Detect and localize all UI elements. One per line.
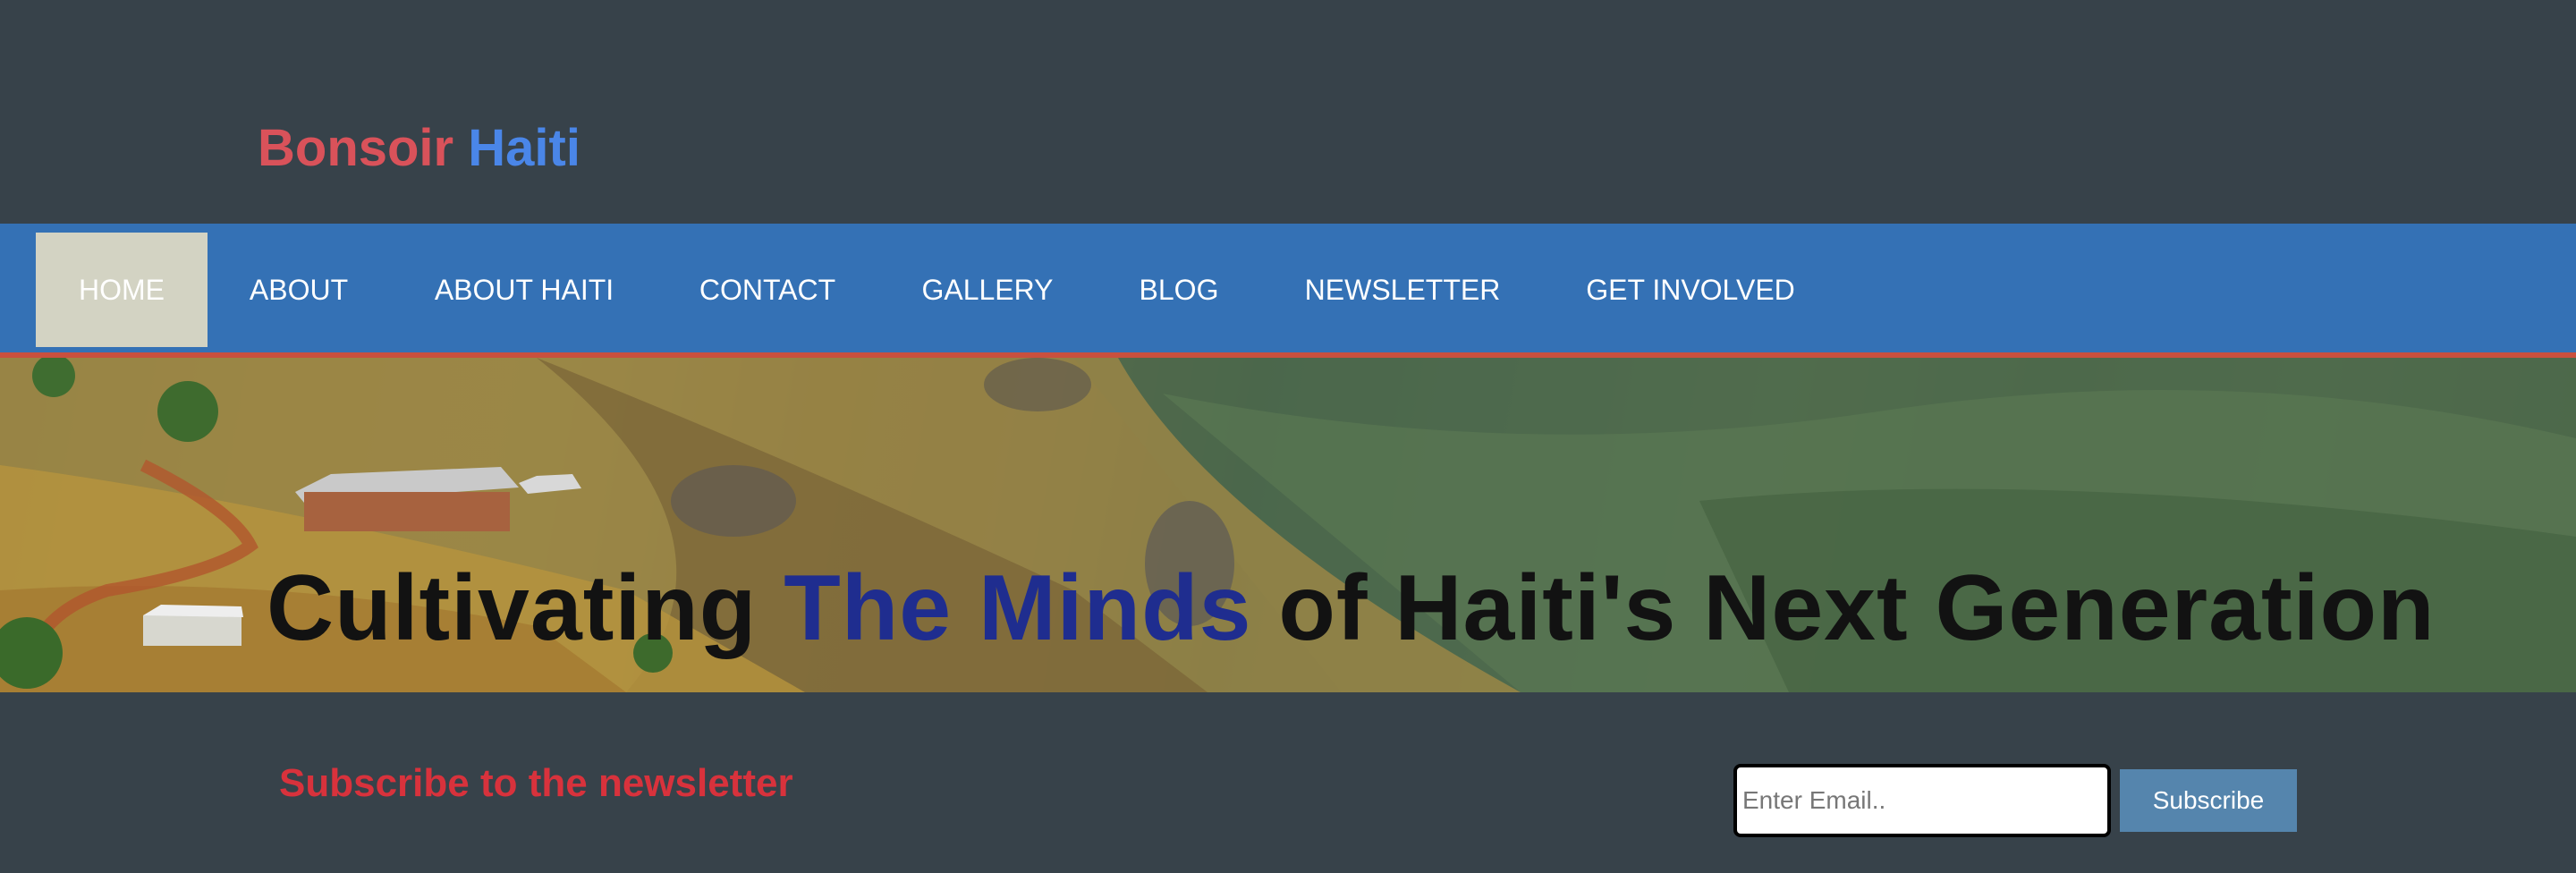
nav-item-about-haiti[interactable]: ABOUT HAITI xyxy=(419,233,630,347)
nav-item-newsletter[interactable]: NEWSLETTER xyxy=(1290,233,1515,347)
hero-headline-part2: of Haiti's Next Generation xyxy=(1251,556,2436,660)
hero-headline-accent: The Minds xyxy=(784,556,1252,660)
brand-word-bonsoir: Bonsoir xyxy=(258,119,454,177)
brand-word-haiti: Haiti xyxy=(468,119,580,177)
hero-headline-part1: Cultivating xyxy=(267,556,784,660)
hero-headline: Cultivating The Minds of Haiti's Next Ge… xyxy=(267,555,2436,662)
nav-item-get-involved[interactable]: GET INVOLVED xyxy=(1567,233,1814,347)
site-header: Bonsoir Haiti xyxy=(0,0,2576,224)
nav-item-about[interactable]: ABOUT xyxy=(227,233,370,347)
hero-banner: Cultivating The Minds of Haiti's Next Ge… xyxy=(0,358,2576,692)
main-nav: HOME ABOUT ABOUT HAITI CONTACT GALLERY B… xyxy=(0,224,2576,358)
nav-item-blog[interactable]: BLOG xyxy=(1122,233,1236,347)
nav-item-home[interactable]: HOME xyxy=(36,233,208,347)
subscribe-button[interactable]: Subscribe xyxy=(2120,769,2297,832)
nav-item-contact[interactable]: CONTACT xyxy=(680,233,855,347)
newsletter-title: Subscribe to the newsletter xyxy=(279,761,793,805)
email-input[interactable] xyxy=(1733,764,2111,837)
site-logo[interactable]: Bonsoir Haiti xyxy=(258,113,580,184)
nav-item-gallery[interactable]: GALLERY xyxy=(903,233,1072,347)
house-shape xyxy=(295,467,519,531)
newsletter-section: Subscribe to the newsletter Subscribe xyxy=(0,692,2576,873)
